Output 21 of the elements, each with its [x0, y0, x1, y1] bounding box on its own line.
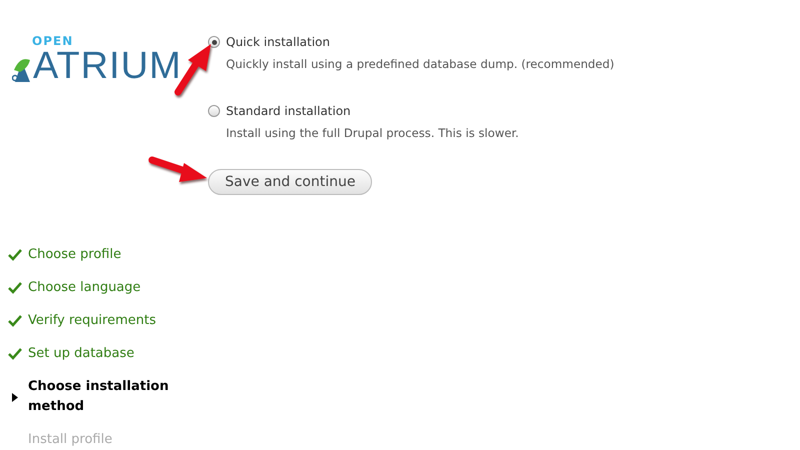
step-label: Set up database: [28, 345, 134, 363]
step-label: Install profile: [28, 431, 112, 449]
check-icon: [8, 282, 22, 294]
step-label: Choose profile: [28, 246, 122, 264]
step-label: Choose installation method: [28, 378, 170, 416]
check-icon: [8, 249, 22, 261]
logo-title: ATRIUM: [33, 48, 182, 84]
check-icon: [8, 315, 22, 327]
pointer-icon: [12, 392, 18, 402]
check-icon: [8, 348, 22, 360]
annotation-arrow: [148, 156, 207, 182]
radio-button[interactable]: [208, 105, 220, 117]
step-label: Verify requirements: [28, 312, 156, 330]
option-description: Install using the full Drupal process. This is slower.: [226, 126, 520, 140]
option-label: Quick installation: [226, 35, 330, 49]
option-description: Quickly install using a predefined database dump. (recommended): [226, 57, 614, 71]
save-button[interactable]: Save and continue: [208, 169, 372, 195]
radio-button[interactable]: [208, 36, 220, 48]
logo-text: OPEN: [32, 34, 74, 48]
step-label: Choose language: [28, 279, 141, 297]
option-label: Standard installation: [226, 104, 351, 118]
